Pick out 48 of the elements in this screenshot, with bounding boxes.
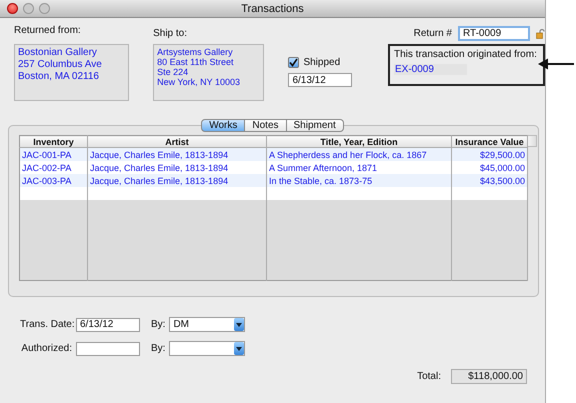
caret-icon bbox=[236, 346, 242, 350]
table-cell: In the Stable, ca. 1873-75 bbox=[266, 174, 452, 187]
column-header[interactable]: Artist bbox=[88, 136, 266, 148]
dropdown[interactable]: DM bbox=[169, 317, 246, 332]
table-cell: JAC-002-PA bbox=[20, 161, 88, 174]
authorized-field[interactable] bbox=[76, 342, 140, 356]
address-box: Bostonian Gallery 257 Columbus Ave Boston, MA 02116 bbox=[14, 44, 130, 101]
field-label: Return # bbox=[414, 28, 452, 39]
field-label: Ship to: bbox=[153, 28, 188, 39]
column-header[interactable]: Inventory bbox=[20, 136, 88, 148]
field-label: By: bbox=[151, 319, 166, 330]
field-label: By: bbox=[151, 343, 166, 354]
field-label: Total: bbox=[417, 371, 441, 382]
column-header[interactable]: Title, Year, Edition bbox=[266, 136, 452, 148]
tab[interactable]: Notes bbox=[245, 119, 287, 132]
total-field: $118,000.00 bbox=[451, 369, 527, 384]
origin-link[interactable]: EX-0009 bbox=[394, 64, 467, 75]
table-cell: Jacque, Charles Emile, 1813-1894 bbox=[88, 174, 266, 187]
arrow-icon bbox=[538, 58, 574, 70]
table-cell: JAC-003-PA bbox=[20, 174, 88, 187]
checkbox-label: Shipped bbox=[303, 57, 340, 68]
tab[interactable]: Shipment bbox=[286, 119, 344, 132]
table-cell: JAC-001-PA bbox=[20, 148, 88, 161]
table-cell: $45,000.00 bbox=[452, 161, 528, 174]
date-field[interactable]: 6/13/12 bbox=[76, 318, 140, 332]
field-label: Trans. Date: bbox=[20, 319, 72, 330]
tab[interactable]: Works bbox=[201, 119, 246, 132]
caret-icon bbox=[236, 322, 242, 326]
close-button[interactable] bbox=[7, 3, 18, 14]
table-cell: Jacque, Charles Emile, 1813-1894 bbox=[88, 148, 266, 161]
origin-label: This transaction originated from: bbox=[394, 49, 538, 60]
zoom-button[interactable] bbox=[39, 3, 50, 14]
table-cell: $43,500.00 bbox=[452, 174, 528, 187]
table-cell: A Summer Afternoon, 1871 bbox=[266, 161, 452, 174]
field-label: Returned from: bbox=[14, 25, 82, 36]
window-title: Transactions bbox=[241, 2, 304, 14]
address-box: Artsystems Gallery 80 East 11th Street Ste 224 New York, NY 10003 bbox=[153, 44, 264, 101]
table-cell: A Shepherdess and her Flock, ca. 1867 bbox=[266, 148, 452, 161]
table-cell: Jacque, Charles Emile, 1813-1894 bbox=[88, 161, 266, 174]
date-field[interactable]: 6/13/12 bbox=[288, 73, 352, 87]
table-cell: $29,500.00 bbox=[452, 148, 528, 161]
minimize-button[interactable] bbox=[23, 3, 34, 14]
shipped-checkbox[interactable] bbox=[288, 57, 300, 68]
lock-icon[interactable] bbox=[536, 28, 545, 38]
return-number-field[interactable]: RT-0009 bbox=[458, 26, 530, 41]
field-label: Authorized: bbox=[20, 343, 72, 354]
dropdown[interactable] bbox=[169, 341, 246, 356]
column-header[interactable]: Insurance Value bbox=[452, 136, 528, 148]
